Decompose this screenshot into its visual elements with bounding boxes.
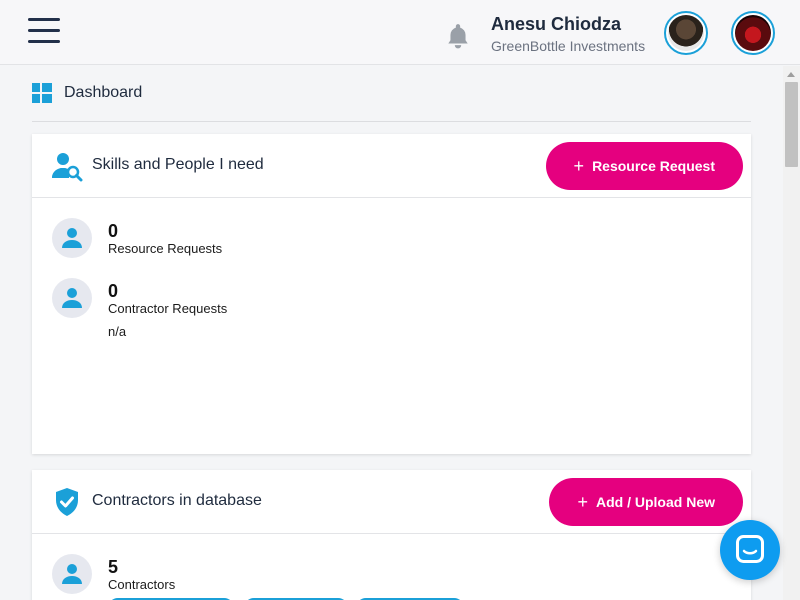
- stat-contractor-requests: 0 Contractor Requests: [52, 278, 552, 322]
- breadcrumb-label[interactable]: Dashboard: [64, 84, 142, 102]
- menu-icon[interactable]: [28, 18, 60, 46]
- page-scrollbar[interactable]: [783, 66, 800, 600]
- stat-label: Contractor Requests: [108, 301, 228, 316]
- stat-resource-requests: 0 Resource Requests: [52, 218, 552, 262]
- stat-contractors: 5 Contractors: [52, 554, 552, 598]
- resource-request-button[interactable]: + Resource Request: [545, 142, 743, 190]
- company-name: GreenBottle Investments: [491, 38, 646, 54]
- user-search-icon: [52, 153, 83, 182]
- user-name: Anesu Chiodza: [491, 14, 622, 34]
- plus-icon: +: [577, 492, 588, 512]
- add-upload-button[interactable]: + Add / Upload New: [549, 478, 743, 526]
- stat-value: 0: [108, 221, 119, 241]
- chat-icon: [736, 535, 764, 563]
- card-header: Skills and People I need + Resource Requ…: [32, 134, 751, 198]
- contractor-requests-note: n/a: [108, 324, 127, 339]
- divider: [32, 121, 751, 122]
- person-icon: [52, 554, 92, 594]
- scrollbar-thumb[interactable]: [785, 82, 798, 167]
- stat-value: 0: [108, 281, 119, 301]
- shield-check-icon: [56, 488, 78, 516]
- stat-value: 5: [108, 557, 119, 577]
- breadcrumb: Dashboard: [32, 82, 142, 104]
- button-label: Resource Request: [592, 158, 715, 174]
- stat-label: Resource Requests: [108, 241, 223, 256]
- card-header: Contractors in database + Add / Upload N…: [32, 470, 751, 534]
- company-avatar[interactable]: [731, 11, 775, 55]
- chat-launcher-button[interactable]: [720, 520, 780, 580]
- scroll-up-arrow[interactable]: [787, 72, 795, 77]
- plus-icon: +: [573, 156, 585, 176]
- top-bar: Anesu Chiodza GreenBottle Investments: [0, 0, 800, 65]
- person-icon: [52, 218, 92, 258]
- stat-label: Contractors: [108, 577, 176, 592]
- person-icon: [52, 278, 92, 318]
- bell-icon[interactable]: [445, 22, 471, 50]
- user-avatar[interactable]: [664, 11, 708, 55]
- contractors-card: Contractors in database + Add / Upload N…: [32, 470, 751, 600]
- card-title: Skills and People I need: [92, 156, 264, 173]
- button-label: Add / Upload New: [596, 494, 715, 510]
- card-title: Contractors in database: [92, 492, 262, 509]
- skills-card: Skills and People I need + Resource Requ…: [32, 134, 751, 454]
- dashboard-icon: [32, 83, 52, 103]
